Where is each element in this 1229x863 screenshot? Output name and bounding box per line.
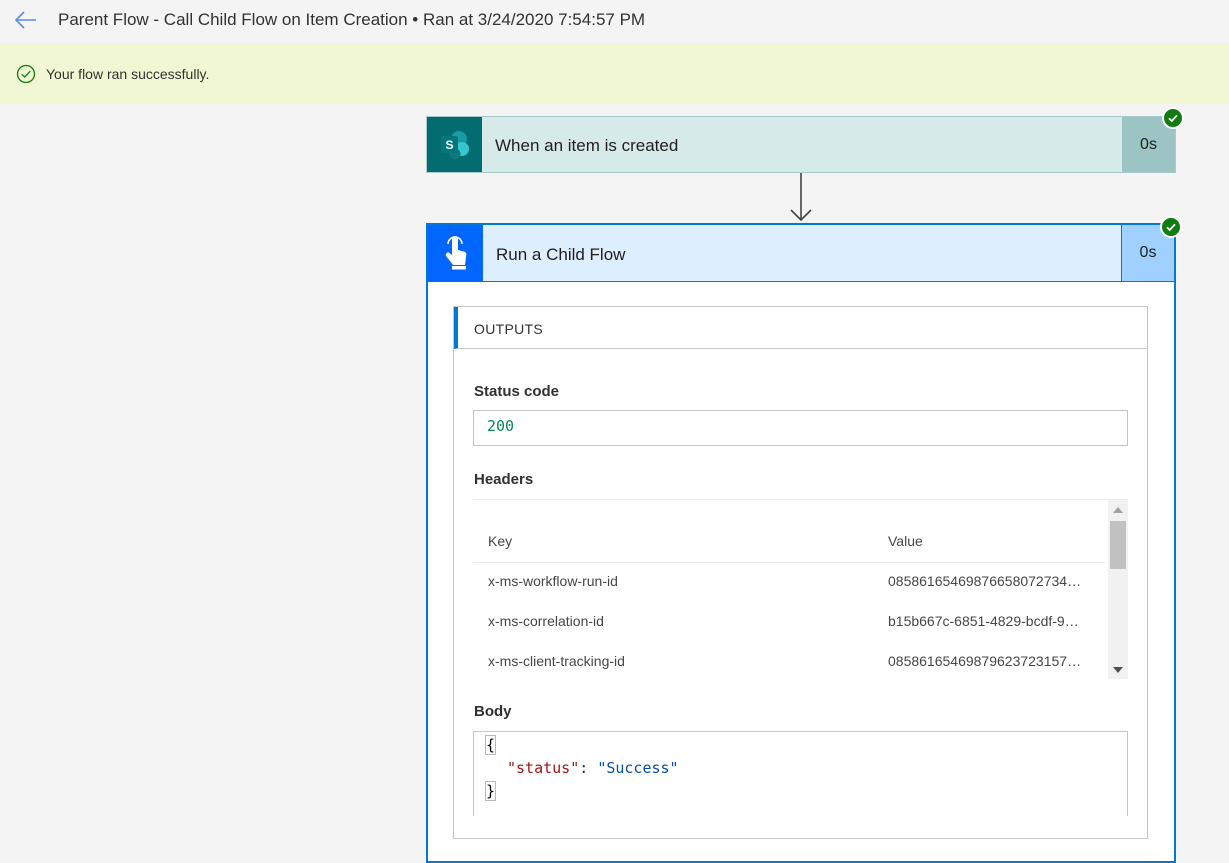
json-value: "Success"	[597, 759, 679, 777]
success-message: Your flow ran successfully.	[46, 66, 210, 82]
status-code-label: Status code	[474, 383, 560, 400]
page-title: Parent Flow - Call Child Flow on Item Cr…	[58, 10, 646, 29]
headers-column-value: Value	[888, 533, 923, 549]
headers-label: Headers	[474, 471, 534, 488]
header-key: x-ms-client-tracking-id	[488, 653, 625, 669]
trigger-step-title: When an item is created	[495, 136, 679, 155]
success-circle-check-icon	[16, 64, 36, 84]
sharepoint-icon: S	[427, 117, 482, 172]
outputs-panel: OUTPUTS Status code 200 Headers Key Valu…	[453, 306, 1148, 839]
json-close-brace: }	[484, 781, 497, 801]
sharepoint-icon-letter: S	[445, 138, 453, 152]
outputs-header[interactable]: OUTPUTS	[454, 307, 1147, 349]
scroll-thumb[interactable]	[1110, 521, 1126, 569]
status-code-value: 200	[487, 417, 515, 435]
status-code-field[interactable]: 200	[473, 410, 1128, 446]
header-value: b15b667c-6851-4829-bcdf-9…	[888, 613, 1079, 629]
outputs-title: OUTPUTS	[474, 321, 543, 337]
scroll-up-arrow-icon[interactable]	[1113, 507, 1123, 513]
success-banner: Your flow ran successfully.	[0, 43, 1229, 104]
child-flow-step-card: Run a Child Flow 0s OUTPUTS Status code …	[426, 223, 1176, 863]
json-key: "status"	[507, 759, 580, 777]
touch-hand-icon	[428, 225, 483, 281]
arrow-left-icon	[14, 11, 36, 29]
headers-divider	[473, 562, 1105, 563]
child-flow-step-title: Run a Child Flow	[496, 245, 626, 264]
json-open-brace: {	[484, 735, 497, 755]
header-key: x-ms-correlation-id	[488, 613, 604, 629]
header-value: 08586165469876658072734…	[888, 573, 1082, 589]
json-colon: :	[579, 759, 598, 777]
body-code-field[interactable]: { "status": "Success" }	[473, 731, 1128, 816]
scroll-down-arrow-icon[interactable]	[1113, 667, 1123, 673]
body-label: Body	[474, 703, 512, 720]
child-flow-step-header[interactable]: Run a Child Flow 0s	[428, 225, 1174, 282]
back-button[interactable]	[12, 8, 40, 32]
connector-arrow-icon	[790, 173, 812, 222]
trigger-step-card[interactable]: S When an item is created 0s	[426, 116, 1176, 173]
child-flow-success-check-icon	[1160, 216, 1182, 238]
headers-table[interactable]: Key Value x-ms-workflow-run-id 085861654…	[473, 499, 1128, 679]
headers-column-key: Key	[488, 533, 513, 549]
top-bar: Parent Flow - Call Child Flow on Item Cr…	[0, 0, 1229, 42]
header-key: x-ms-workflow-run-id	[488, 573, 618, 589]
headers-scrollbar[interactable]	[1108, 500, 1128, 679]
header-value: 08586165469879623723157…	[888, 653, 1082, 669]
trigger-success-check-icon	[1162, 107, 1184, 129]
